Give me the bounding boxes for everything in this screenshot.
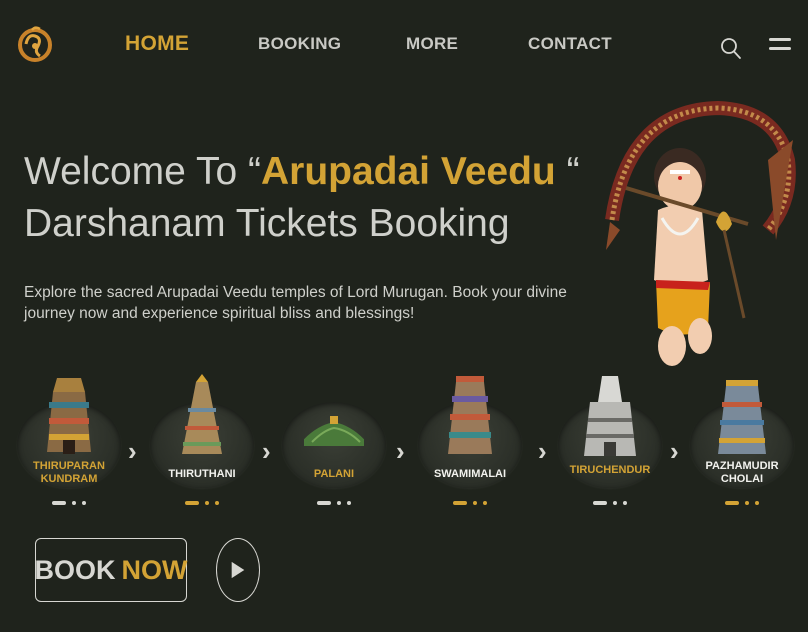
temple-name-line1: PAZHAMUDIR [705, 460, 779, 472]
temple-name: SWAMIMALAI [418, 468, 522, 481]
dot [185, 500, 199, 505]
temple-name-line1: THIRUPARAN [33, 460, 105, 472]
temple-name-line1: TIRUCHENDUR [569, 464, 651, 476]
temple-name: THIRUTHANI [150, 468, 254, 481]
chevron-right-icon[interactable]: › [262, 436, 271, 467]
temple-name: PAZHAMUDIR CHOLAI [690, 460, 794, 486]
temples-carousel: THIRUPARAN KUNDRAM › THIRUTHANI › PALANI [0, 372, 808, 512]
temple-gopuram-icon [47, 378, 91, 454]
temple-gopuram-icon [448, 376, 492, 454]
temple-name: PALANI [282, 468, 386, 481]
dot [337, 500, 341, 505]
menu-line [769, 38, 791, 41]
search-icon[interactable] [720, 36, 742, 60]
dot [725, 500, 739, 505]
dot [483, 500, 487, 505]
hill-temple-icon [304, 416, 364, 446]
play-button[interactable] [216, 538, 260, 602]
hero-description: Explore the sacred Arupadai Veedu temple… [24, 284, 567, 322]
nav-more[interactable]: MORE [406, 34, 458, 54]
temple-name-line1: PALANI [313, 468, 355, 480]
temple-name-line2: CHOLAI [720, 473, 764, 485]
temple-indicator-dots [150, 494, 254, 505]
dot [613, 500, 617, 505]
dot [745, 500, 749, 505]
temple-gopuram-icon [182, 374, 222, 454]
now-label: NOW [121, 554, 188, 585]
temple-gopuram-icon [718, 380, 766, 454]
temple-name: THIRUPARAN KUNDRAM [17, 460, 121, 486]
temple-card-swamimalai[interactable]: SWAMIMALAI [418, 372, 522, 512]
temple-name-line1: SWAMIMALAI [433, 468, 507, 480]
temple-card-tiruchendur[interactable]: TIRUCHENDUR [558, 372, 662, 512]
book-label: BOOK [34, 554, 116, 585]
dot [347, 500, 351, 505]
temple-indicator-dots [690, 494, 794, 505]
dot [205, 500, 209, 505]
temple-gopuram-icon [584, 376, 636, 456]
hero-title-line2: Darshanam Tickets Booking [24, 202, 510, 245]
hamburger-menu-icon[interactable] [769, 38, 791, 54]
dot [317, 500, 331, 505]
temple-card-pazhamudircholai[interactable]: PAZHAMUDIR CHOLAI [690, 372, 794, 512]
nav-contact[interactable]: CONTACT [528, 34, 612, 54]
chevron-right-icon[interactable]: › [396, 436, 405, 467]
menu-line [769, 47, 791, 50]
temple-name-line1: THIRUTHANI [168, 468, 236, 480]
play-icon [231, 561, 245, 579]
temple-card-palani[interactable]: PALANI [282, 372, 386, 512]
temple-card-thiruthani[interactable]: THIRUTHANI [150, 372, 254, 512]
dot [593, 500, 607, 505]
dot [623, 500, 627, 505]
temple-name: TIRUCHENDUR [558, 464, 662, 477]
dot [82, 500, 86, 505]
chevron-right-icon[interactable]: › [670, 436, 679, 467]
hero-title: Welcome To “Arupadai Veedu “ Darshanam T… [24, 146, 584, 250]
temple-indicator-dots [282, 494, 386, 505]
chevron-right-icon[interactable]: › [128, 436, 137, 467]
hero-title-highlight: Arupadai Veedu [260, 150, 556, 193]
main-nav: HOME BOOKING MORE CONTACT [0, 32, 808, 58]
book-now-button[interactable]: BOOK NOW [34, 538, 188, 602]
dot [72, 500, 76, 505]
dot [473, 500, 477, 505]
temple-name-line2: KUNDRAM [40, 473, 98, 485]
dot [52, 500, 66, 505]
temple-indicator-dots [17, 494, 121, 505]
nav-home[interactable]: HOME [125, 32, 189, 56]
chevron-right-icon[interactable]: › [538, 436, 547, 467]
hero-title-suffix: “ [555, 150, 580, 193]
dot [215, 500, 219, 505]
dot [755, 500, 759, 505]
lord-murugan-illustration [598, 100, 798, 372]
hero-title-prefix: Welcome To “ [24, 150, 261, 193]
temple-indicator-dots [418, 494, 522, 505]
temple-indicator-dots [558, 494, 662, 505]
temple-card-thiruparankundram[interactable]: THIRUPARAN KUNDRAM [17, 372, 121, 512]
dot [453, 500, 467, 505]
nav-booking[interactable]: BOOKING [258, 34, 341, 54]
